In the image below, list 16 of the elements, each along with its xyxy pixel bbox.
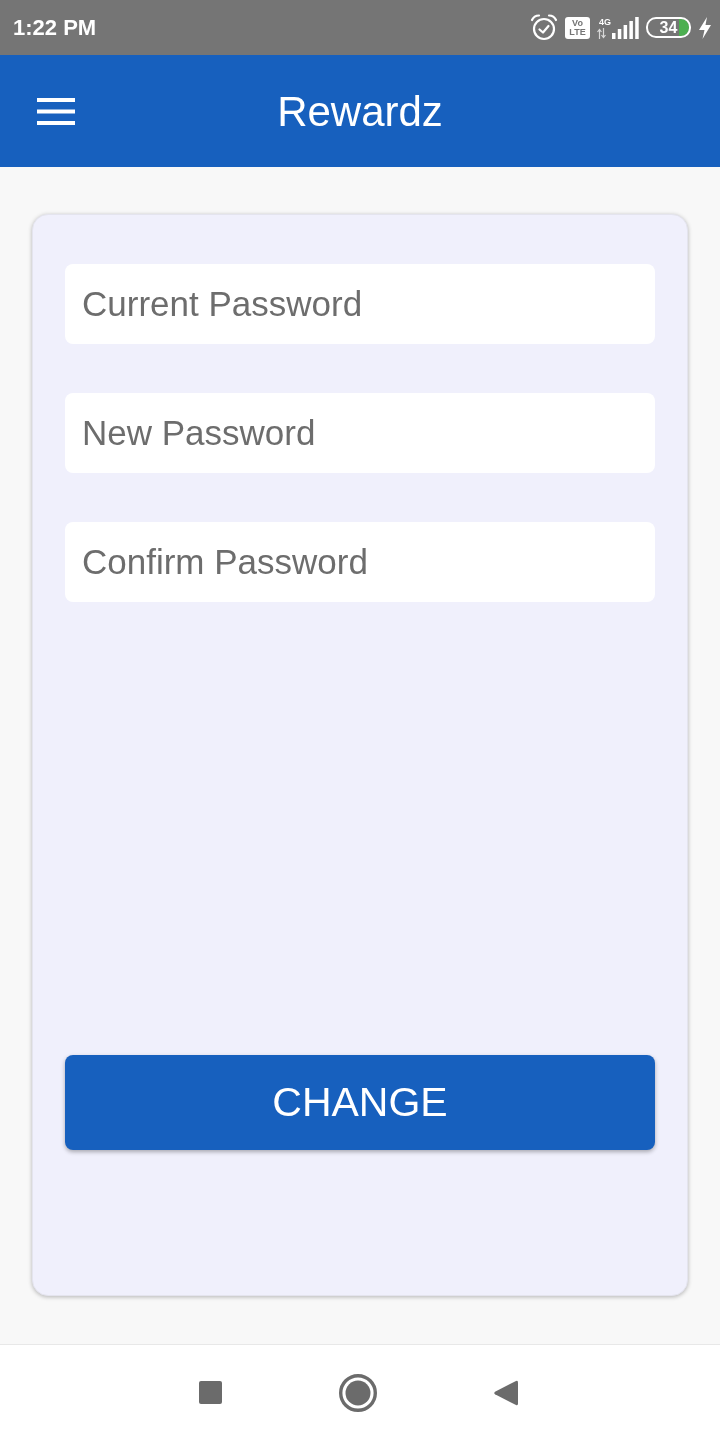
menu-icon[interactable] [37,97,75,125]
recent-apps-icon[interactable] [198,1381,222,1404]
password-field[interactable]: Current Password [65,264,655,344]
change-button[interactable]: CHANGE [65,1055,655,1150]
password-field[interactable]: New Password [65,393,655,473]
home-icon[interactable] [338,1373,377,1412]
network-type-label: 4G [599,17,611,27]
battery-percent: 34 [659,19,678,36]
back-icon[interactable] [493,1379,518,1406]
signal-bars-icon [612,16,639,39]
volte-badge: Vo LTE [565,16,590,39]
alarm-clock-icon [530,14,558,41]
app-title: Rewardz [277,87,443,137]
status-time: 1:22 PM [13,14,97,41]
password-field[interactable]: Confirm Password [65,522,655,602]
data-arrows-icon [597,27,606,39]
